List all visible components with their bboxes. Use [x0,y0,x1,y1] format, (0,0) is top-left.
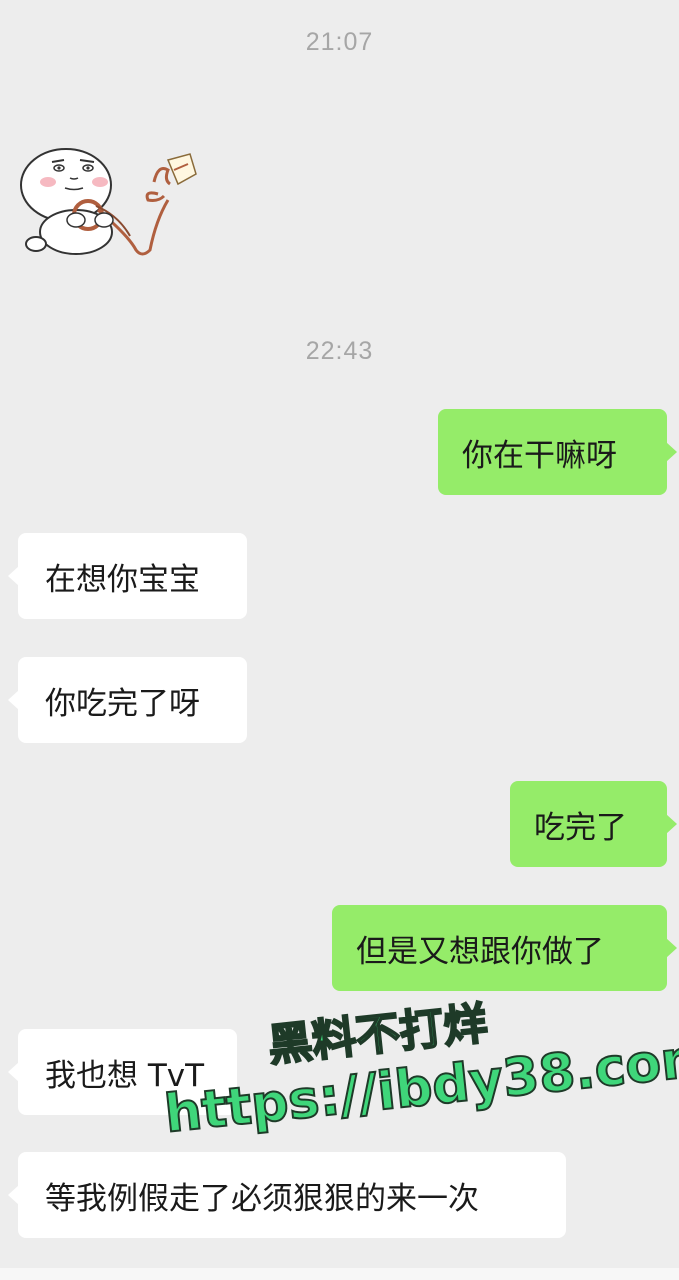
sticker-image[interactable] [18,140,198,260]
bottom-edge [0,1268,679,1280]
message-text: 等我例假走了必须狠狠的来一次 [45,1180,479,1217]
message-bubble-incoming[interactable]: 等我例假走了必须狠狠的来一次 [8,1152,566,1238]
message-text: 你吃完了呀 [45,685,200,722]
chat-screen: 21:07 22:43 你在干嘛呀 在想你宝宝 你吃完了呀 吃完了 但是又想跟你… [0,0,679,1280]
message-text: 吃完了 [534,809,627,846]
timestamp: 21:07 [305,28,374,56]
message-bubble-incoming[interactable]: 在想你宝宝 [8,533,247,619]
bunny-holding-leash-sticker-icon [20,148,197,256]
message-text: 但是又想跟你做了 [356,933,604,970]
message-bubble-outgoing[interactable]: 吃完了 [510,781,677,867]
message-bubble-outgoing[interactable]: 但是又想跟你做了 [332,905,677,991]
timestamp: 22:43 [305,337,374,365]
message-bubble-incoming[interactable]: 你吃完了呀 [8,657,247,743]
message-bubble-outgoing[interactable]: 你在干嘛呀 [438,409,677,495]
message-text: 你在干嘛呀 [462,437,617,474]
message-text: 在想你宝宝 [45,561,200,598]
